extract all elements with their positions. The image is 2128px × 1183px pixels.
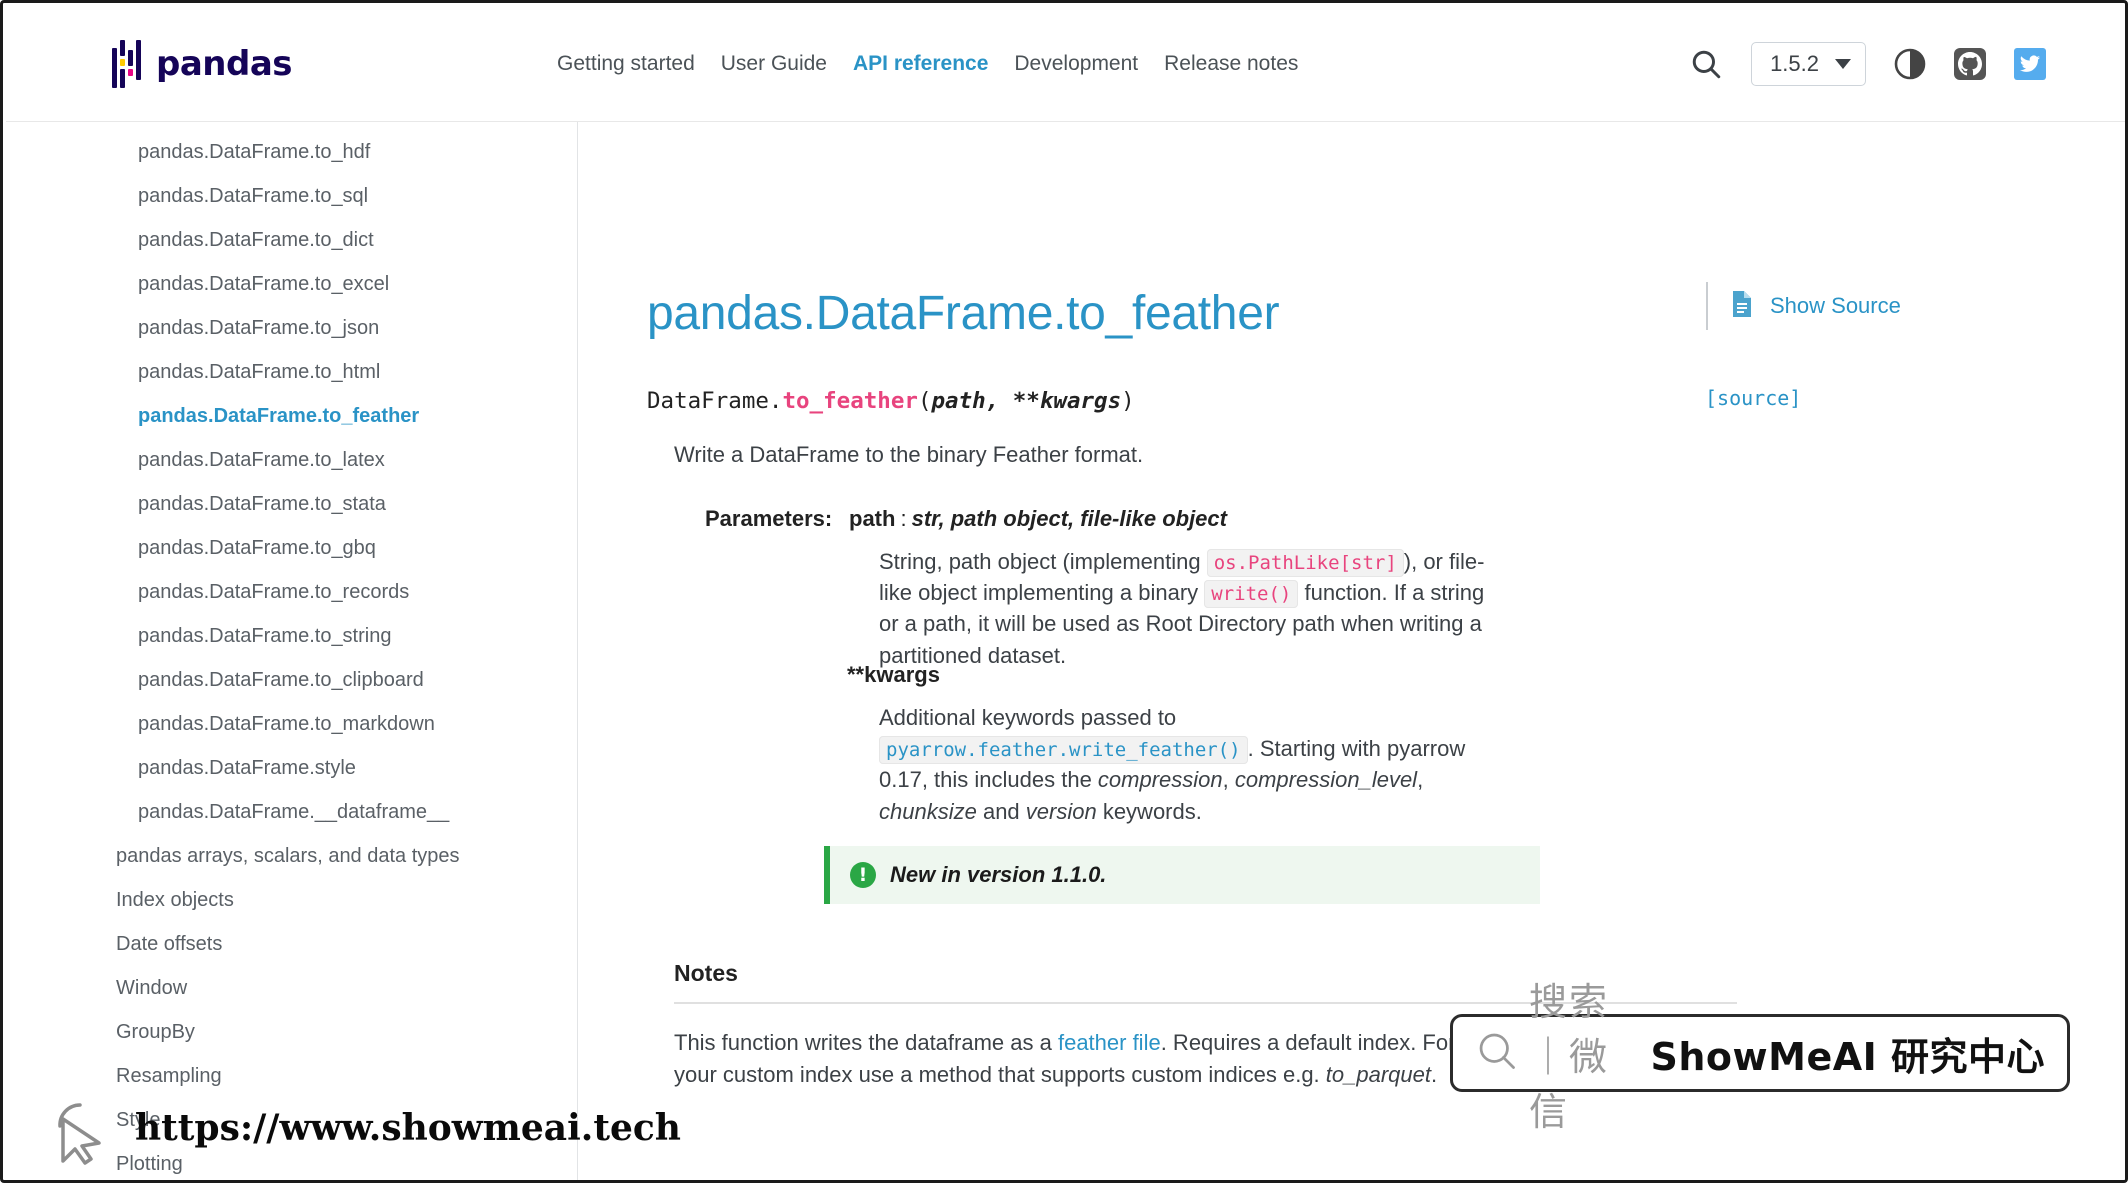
chevron-down-icon	[1835, 58, 1851, 69]
parameter-kwargs-header: **kwargs	[847, 662, 940, 688]
version-switcher[interactable]: 1.5.2	[1751, 41, 1866, 86]
source-link[interactable]: [source]	[1705, 386, 1801, 410]
search-icon[interactable]	[1689, 47, 1723, 81]
parameter-path-name: path	[849, 506, 896, 531]
site-header: pandas Getting started User Guide API re…	[6, 6, 2125, 122]
sidebar-item-to-sql[interactable]: pandas.DataFrame.to_sql	[6, 174, 577, 218]
sidebar-item-to-json[interactable]: pandas.DataFrame.to_json	[6, 306, 577, 350]
function-signature: DataFrame.to_feather(path, **kwargs)	[647, 388, 1135, 414]
sidebar-item-index-objects[interactable]: Index objects	[6, 878, 577, 922]
code-os-pathlike: os.PathLike[str]	[1206, 549, 1404, 577]
kd-ital-chunksize: chunksize	[879, 798, 977, 824]
code-pyarrow-write-feather[interactable]: pyarrow.feather.write_feather()	[879, 736, 1248, 765]
admonition-text: New in version 1.1.0.	[890, 862, 1107, 887]
document-icon	[1730, 290, 1754, 323]
kd-ital-version: version	[1025, 798, 1097, 824]
feather-file-link[interactable]: feather file	[1058, 1030, 1161, 1055]
site-logo[interactable]: pandas	[112, 39, 293, 88]
page-title: pandas.DataFrame.to_feather	[647, 287, 1280, 340]
parameter-path-description: String, path object (implementing os.Pat…	[879, 546, 1499, 671]
parameter-kwargs-name: **kwargs	[847, 662, 940, 687]
kd-ital-compression-level: compression_level	[1234, 767, 1418, 793]
signature-prefix: DataFrame.	[647, 388, 783, 414]
kd-ital-compression: compression	[1097, 767, 1223, 793]
sidebar-nav: pandas.DataFrame.to_hdf pandas.DataFrame…	[6, 122, 578, 1180]
nb-ital-to-parquet: to_parquet	[1325, 1061, 1431, 1087]
watermark-badge: 搜索｜微信 ShowMeAI 研究中心	[1450, 980, 2070, 1134]
sidebar-item-arrays-scalars-dtypes[interactable]: pandas arrays, scalars, and data types	[6, 834, 577, 878]
sidebar-item-to-stata[interactable]: pandas.DataFrame.to_stata	[6, 482, 577, 526]
brand-name: pandas	[156, 43, 293, 84]
nav-item-release-notes[interactable]: Release notes	[1164, 52, 1298, 76]
watermark-url: https://www.showmeai.tech	[135, 1107, 681, 1149]
header-tools: 1.5.2	[1689, 41, 2046, 86]
notes-heading: Notes	[674, 960, 738, 986]
nav-item-user-guide[interactable]: User Guide	[721, 52, 827, 76]
pandas-logo-icon	[112, 39, 142, 88]
sidebar-item-window[interactable]: Window	[6, 966, 577, 1010]
parameter-kwargs-description: Additional keywords passed to pyarrow.fe…	[879, 702, 1499, 827]
nav-item-getting-started[interactable]: Getting started	[557, 52, 695, 76]
primary-nav: Getting started User Guide API reference…	[557, 52, 1298, 76]
browser-page: pandas Getting started User Guide API re…	[0, 0, 2128, 1183]
sidebar-item-to-dict[interactable]: pandas.DataFrame.to_dict	[6, 218, 577, 262]
kd-text-1: Additional keywords passed to	[879, 705, 1177, 730]
nav-item-api-reference[interactable]: API reference	[853, 52, 988, 76]
signature-open-paren: (	[917, 388, 932, 414]
signature-args: path, **kwargs	[931, 388, 1122, 414]
watermark-cn-text: 搜索｜微信	[1529, 979, 1610, 1134]
pd-text-1: String, path object (implementing	[879, 549, 1207, 574]
sidebar-item-to-latex[interactable]: pandas.DataFrame.to_latex	[6, 438, 577, 482]
sidebar-item-to-excel[interactable]: pandas.DataFrame.to_excel	[6, 262, 577, 306]
theme-toggle-icon[interactable]	[1894, 48, 1926, 80]
function-summary: Write a DataFrame to the binary Feather …	[674, 442, 1144, 467]
show-source-link[interactable]: Show Source	[1706, 282, 1901, 330]
version-label: 1.5.2	[1770, 50, 1819, 76]
sidebar-item-to-html[interactable]: pandas.DataFrame.to_html	[6, 350, 577, 394]
sidebar-item-to-records[interactable]: pandas.DataFrame.to_records	[6, 570, 577, 614]
signature-name: to_feather	[782, 388, 918, 414]
kd-text-5: and	[976, 798, 1026, 824]
kd-text-4: ,	[1417, 767, 1424, 793]
parameter-path-separator: :	[900, 506, 907, 531]
parameter-path-type: str, path object, file-like object	[911, 506, 1227, 531]
sidebar-item-to-markdown[interactable]: pandas.DataFrame.to_markdown	[6, 702, 577, 746]
show-source-label: Show Source	[1770, 293, 1901, 318]
sidebar-item-to-gbq[interactable]: pandas.DataFrame.to_gbq	[6, 526, 577, 570]
sidebar-item-to-hdf[interactable]: pandas.DataFrame.to_hdf	[6, 130, 577, 174]
github-icon[interactable]	[1954, 47, 1986, 80]
code-write: write()	[1204, 580, 1299, 609]
watermark-search-icon	[1475, 1029, 1519, 1078]
kd-text-3: ,	[1222, 767, 1235, 793]
sidebar-item-date-offsets[interactable]: Date offsets	[6, 922, 577, 966]
sidebar-item-to-feather[interactable]: pandas.DataFrame.to_feather	[6, 394, 577, 438]
nb-text-1: This function writes the dataframe as a	[674, 1030, 1058, 1055]
nav-item-development[interactable]: Development	[1014, 52, 1138, 76]
sidebar-item-resampling[interactable]: Resampling	[6, 1054, 577, 1098]
sidebar-item-style-attr[interactable]: pandas.DataFrame.style	[6, 746, 577, 790]
exclamation-icon: !	[850, 862, 876, 888]
sidebar-item-to-string[interactable]: pandas.DataFrame.to_string	[6, 614, 577, 658]
watermark-brand-text: ShowMeAI 研究中心	[1650, 1034, 2045, 1079]
signature-close-paren: )	[1121, 388, 1135, 414]
twitter-icon[interactable]	[2014, 47, 2046, 80]
sidebar-item-to-clipboard[interactable]: pandas.DataFrame.to_clipboard	[6, 658, 577, 702]
sidebar-item-groupby[interactable]: GroupBy	[6, 1010, 577, 1054]
parameter-path-header: path: str, path object, file-like object	[849, 506, 1227, 532]
mouse-cursor-icon	[58, 1103, 101, 1165]
sidebar-item-dataframe-dunder[interactable]: pandas.DataFrame.__dataframe__	[6, 790, 577, 834]
version-added-admonition: ! New in version 1.1.0.	[824, 846, 1540, 904]
parameters-label: Parameters:	[705, 506, 833, 531]
kd-text-6: keywords.	[1096, 798, 1202, 824]
nb-text-3: .	[1431, 1061, 1438, 1087]
